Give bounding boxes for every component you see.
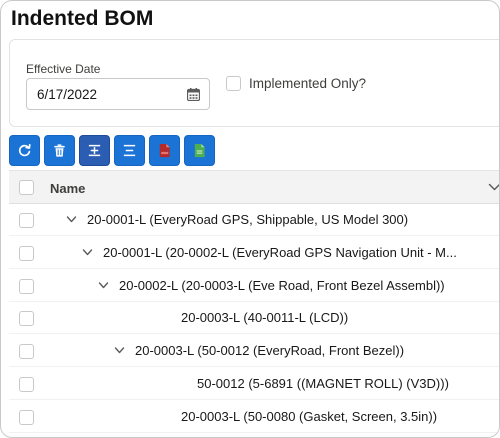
- bom-tree-grid: Name 20-0001-L (EveryRoad GPS, Shippable…: [9, 170, 500, 435]
- toolbar: [9, 135, 215, 166]
- row-select-checkbox[interactable]: [19, 311, 34, 327]
- column-menu-chevron-down-icon[interactable]: [488, 182, 500, 192]
- row-select-checkbox[interactable]: [19, 245, 34, 261]
- grid-header: Name: [9, 171, 500, 204]
- implemented-only-label: Implemented Only?: [249, 76, 367, 91]
- collapse-all-button[interactable]: [114, 135, 145, 166]
- chevron-down-icon[interactable]: [98, 281, 109, 290]
- effective-date-value: 6/17/2022: [37, 87, 98, 102]
- delete-button[interactable]: [44, 135, 75, 166]
- row-label: 20-0002-L (20-0003-L (Eve Road, Front Be…: [119, 277, 445, 293]
- row-select-checkbox[interactable]: [19, 213, 34, 228]
- page-title: Indented BOM: [11, 7, 154, 30]
- effective-date-input[interactable]: 6/17/2022: [26, 78, 210, 110]
- effective-date-label: Effective Date: [26, 62, 101, 76]
- tree-row[interactable]: 50-0012 (5-6891 ((MAGNET ROLL) (V3D))): [9, 368, 499, 400]
- export-excel-button[interactable]: [184, 135, 215, 166]
- expand-all-button[interactable]: [79, 135, 110, 166]
- chevron-down-icon[interactable]: [66, 215, 77, 224]
- tree-row[interactable]: 20-0003-L (50-0080 (Gasket, Screen, 3.5i…: [9, 400, 499, 433]
- tree-row[interactable]: 20-0001-L (EveryRoad GPS, Shippable, US …: [9, 204, 499, 236]
- row-select-checkbox[interactable]: [19, 278, 34, 294]
- export-pdf-button[interactable]: [149, 135, 180, 166]
- collapse-icon: [123, 144, 136, 157]
- refresh-icon: [18, 143, 31, 157]
- row-label: 20-0003-L (50-0012 (EveryRoad, Front Bez…: [135, 343, 405, 359]
- column-header-name[interactable]: Name: [50, 181, 85, 196]
- chevron-down-icon[interactable]: [114, 346, 125, 355]
- chevron-down-icon[interactable]: [82, 248, 93, 257]
- row-select-checkbox[interactable]: [19, 377, 34, 392]
- pdf-file-icon: [159, 143, 170, 158]
- app-frame: Indented BOM Effective Date 6/17/2022 Im…: [0, 0, 500, 438]
- row-label: 20-0003-L (40-0011-L (LCD)): [181, 310, 349, 326]
- tree-row[interactable]: 20-0003-L (40-0011-L (LCD)): [9, 302, 499, 335]
- row-select-checkbox[interactable]: [19, 409, 34, 425]
- select-all-checkbox[interactable]: [19, 180, 34, 195]
- tree-row[interactable]: 20-0001-L (20-0002-L (EveryRoad GPS Navi…: [9, 236, 499, 269]
- row-label: 20-0001-L (20-0002-L (EveryRoad GPS Navi…: [103, 244, 457, 260]
- refresh-button[interactable]: [9, 135, 40, 166]
- calendar-icon[interactable]: [187, 88, 200, 101]
- row-label: 50-0012 (5-6891 ((MAGNET ROLL) (V3D))): [197, 376, 449, 391]
- implemented-only-checkbox[interactable]: [226, 76, 241, 91]
- trash-icon: [54, 144, 65, 157]
- filter-panel: Effective Date 6/17/2022 Implemented Onl…: [9, 39, 499, 127]
- row-label: 20-0003-L (50-0080 (Gasket, Screen, 3.5i…: [181, 408, 438, 424]
- row-select-checkbox[interactable]: [19, 344, 34, 360]
- tree-row[interactable]: 20-0002-L (20-0003-L (Eve Road, Front Be…: [9, 269, 499, 302]
- tree-row[interactable]: 20-0003-L (50-0012 (EveryRoad, Front Bez…: [9, 335, 499, 368]
- expand-icon: [88, 144, 101, 157]
- row-label: 20-0001-L (EveryRoad GPS, Shippable, US …: [87, 212, 409, 227]
- excel-file-icon: [194, 143, 205, 158]
